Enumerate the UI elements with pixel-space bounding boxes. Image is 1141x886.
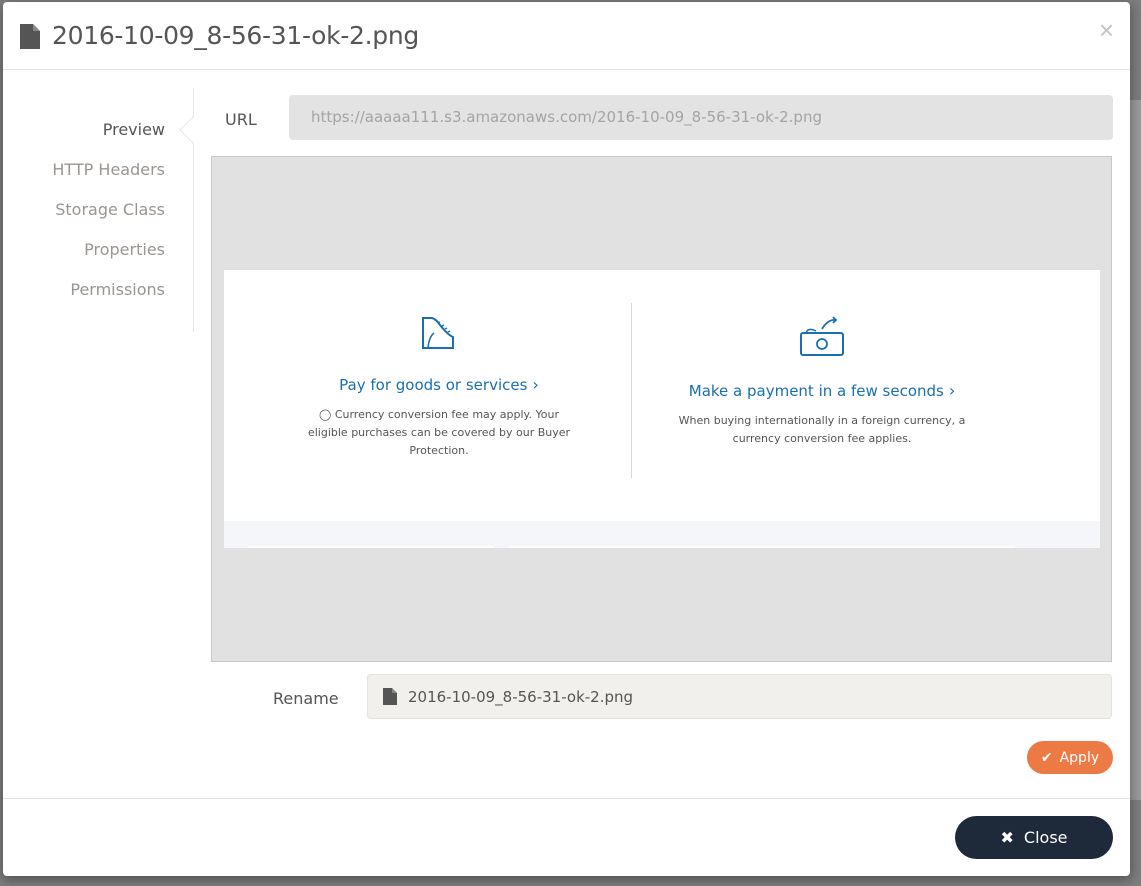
active-caret-indicator (180, 116, 194, 144)
money-send-icon (800, 316, 844, 356)
close-label: Close (1023, 828, 1068, 847)
url-field[interactable]: https://aaaaa111.s3.amazonaws.com/2016-1… (289, 95, 1113, 140)
sidebar-item-storage-class[interactable]: Storage Class (55, 200, 165, 219)
rename-input[interactable] (408, 675, 1098, 718)
chevron-right-icon: › (948, 381, 956, 400)
preview-image: Pay for goods or services › ◯ Currency co… (224, 270, 1100, 548)
pay-goods-title: Pay for goods or services (339, 376, 528, 394)
rename-label: Rename (273, 689, 339, 708)
apply-button[interactable]: ✔ Apply (1027, 741, 1113, 774)
close-button[interactable]: ✖ Close (955, 816, 1113, 859)
shield-icon: ◯ (319, 408, 335, 421)
preview-card-edge (248, 546, 494, 548)
make-payment-description: When buying internationally in a foreign… (678, 414, 966, 445)
preview-column-payment: Make a payment in a few seconds › When bu… (662, 270, 982, 448)
make-payment-link[interactable]: Make a payment in a few seconds › (662, 381, 982, 400)
close-icon: ✖ (1000, 828, 1014, 847)
make-payment-title: Make a payment in a few seconds (688, 382, 944, 400)
preview-lower-band (224, 521, 1100, 548)
preview-column-pay: Pay for goods or services › ◯ Currency co… (284, 270, 594, 460)
check-icon: ✔ (1040, 749, 1053, 766)
file-icon (383, 688, 397, 705)
background-page-edge (1129, 100, 1141, 800)
details-sidebar: Preview HTTP Headers Storage Class Prope… (3, 88, 194, 332)
sidebar-item-preview[interactable]: Preview (103, 120, 165, 139)
sidebar-item-properties[interactable]: Properties (84, 240, 165, 259)
sidebar-item-http-headers[interactable]: HTTP Headers (52, 160, 165, 179)
apply-label: Apply (1059, 749, 1100, 766)
modal-footer: ✖ Close (3, 798, 1130, 876)
modal-title: 2016-10-09_8-56-31-ok-2.png (52, 21, 419, 50)
close-icon[interactable]: × (1099, 17, 1114, 43)
image-preview: Pay for goods or services › ◯ Currency co… (211, 156, 1112, 662)
rename-field (367, 674, 1112, 719)
pay-goods-link[interactable]: Pay for goods or services › (284, 375, 594, 394)
chevron-right-icon: › (532, 375, 539, 394)
column-divider (631, 303, 632, 478)
file-icon (20, 24, 40, 49)
receipt-icon (422, 317, 454, 349)
modal-header: 2016-10-09_8-56-31-ok-2.png × (3, 2, 1130, 70)
file-details-modal: 2016-10-09_8-56-31-ok-2.png × Preview HT… (3, 2, 1130, 876)
url-label: URL (225, 110, 257, 129)
pay-goods-description: ◯ Currency conversion fee may apply. You… (304, 406, 574, 460)
pay-goods-description-text: Currency conversion fee may apply. Your … (307, 408, 571, 457)
sidebar-item-permissions[interactable]: Permissions (70, 280, 165, 299)
preview-card-edge (509, 546, 1015, 548)
